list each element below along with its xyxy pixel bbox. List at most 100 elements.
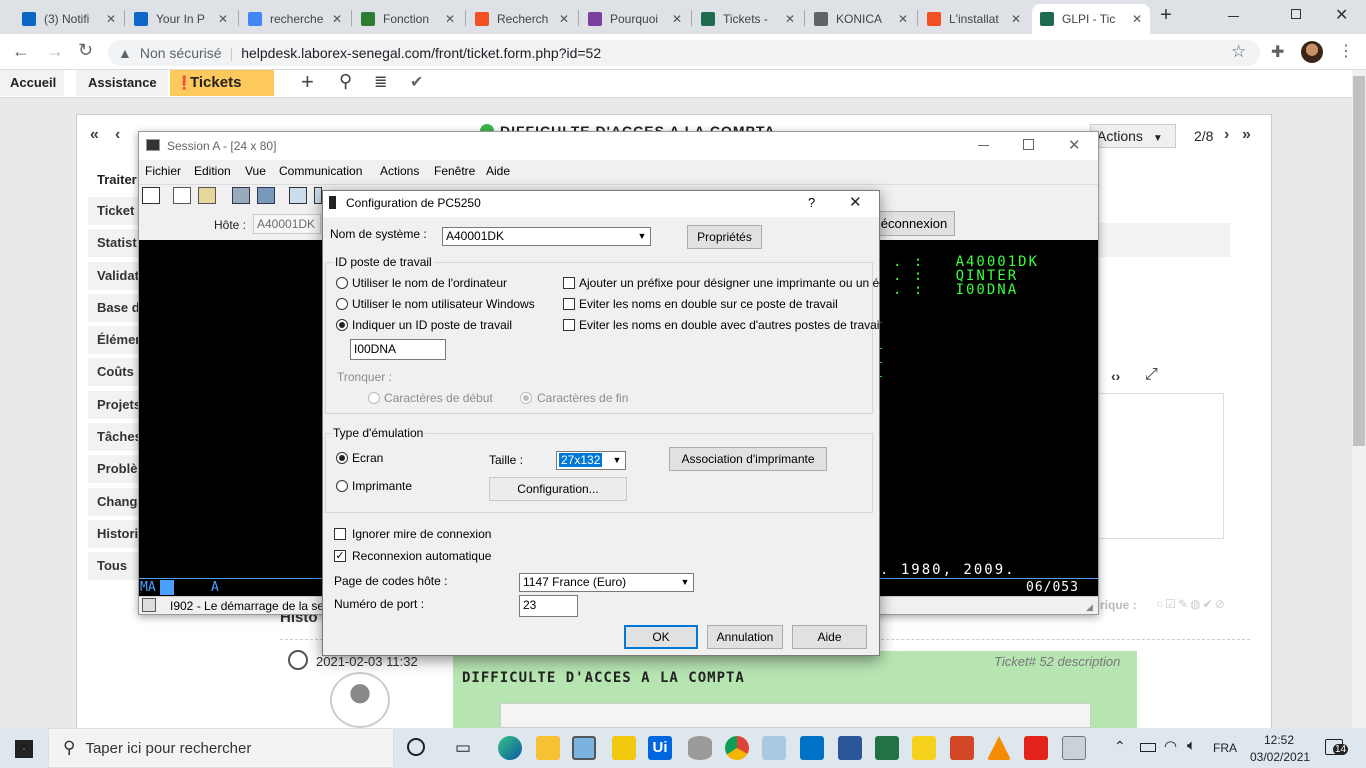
validation-icon[interactable]: ✔	[410, 72, 423, 92]
first-page-icon[interactable]: «	[90, 126, 99, 144]
radio-screen[interactable]	[336, 452, 348, 464]
search-icon[interactable]: ⚲	[339, 71, 352, 92]
database-icon[interactable]	[688, 736, 712, 760]
browser-tab[interactable]: GLPI - Tic ✕	[1032, 4, 1150, 34]
layers-icon[interactable]: ≣	[374, 72, 387, 92]
toolbar-paste-icon[interactable]	[198, 187, 216, 204]
clock-date[interactable]: 03/02/2021	[1250, 750, 1310, 764]
uipath-icon[interactable]: Ui	[648, 736, 672, 760]
browser-tab[interactable]: (3) Notifi ✕	[14, 4, 124, 34]
scrollbar-thumb[interactable]	[1353, 76, 1365, 446]
powerpoint-icon[interactable]	[950, 736, 974, 760]
radio-truncate-end[interactable]	[520, 392, 532, 404]
start-windows-icon[interactable]	[15, 740, 33, 758]
size-combo[interactable]: 27x132 ▼	[556, 451, 626, 470]
check-ignore-logon[interactable]	[334, 528, 346, 540]
paint-icon[interactable]	[572, 736, 596, 760]
session-menu-item[interactable]: Aide	[486, 164, 510, 178]
radio-truncate-start[interactable]	[368, 392, 380, 404]
bookmark-star-icon[interactable]: ☆	[1231, 42, 1246, 62]
nav-tickets[interactable]: ❗ Tickets	[170, 70, 274, 96]
session-menu-item[interactable]: Actions	[380, 164, 419, 178]
check-prefix[interactable]	[563, 277, 575, 289]
tab-close-icon[interactable]: ✕	[1011, 12, 1021, 26]
workstation-id-input[interactable]: I00DNA	[350, 339, 446, 360]
resize-grip-icon[interactable]: ◢	[1086, 602, 1093, 613]
outlook-icon[interactable]	[800, 736, 824, 760]
printer-assoc-button[interactable]: Association d'imprimante	[669, 447, 827, 471]
session-menu-item[interactable]: Vue	[245, 164, 266, 178]
chrome-icon[interactable]	[725, 736, 749, 760]
taskbar-search[interactable]: ⚲ Taper ici pour rechercher	[48, 728, 394, 768]
browser-tab[interactable]: L'installat ✕	[919, 4, 1029, 34]
language-indicator[interactable]: FRA	[1213, 741, 1237, 755]
browser-tab[interactable]: Fonction ✕	[353, 4, 463, 34]
minimize-window-icon[interactable]	[1228, 16, 1239, 17]
wifi-icon[interactable]: ◠	[1164, 737, 1177, 755]
check-dup-local[interactable]	[563, 298, 575, 310]
nav-home[interactable]: Accueil	[0, 70, 64, 96]
timeline-filter-icons[interactable]: ○☑✎◍✔⊘	[1156, 597, 1227, 611]
radio-printer[interactable]	[336, 480, 348, 492]
dialog-help-icon[interactable]: ?	[808, 195, 815, 210]
notepad-icon[interactable]	[762, 736, 786, 760]
check-dup-other[interactable]	[563, 319, 575, 331]
tab-close-icon[interactable]: ✕	[106, 12, 116, 26]
edge-icon[interactable]	[498, 736, 522, 760]
tab-close-icon[interactable]: ✕	[445, 12, 455, 26]
codepage-combo[interactable]: 1147 France (Euro) ▼	[519, 573, 694, 592]
browser-tab[interactable]: Tickets - ✕	[693, 4, 803, 34]
toolbar-receive-icon[interactable]	[257, 187, 275, 204]
toolbar-print-icon[interactable]	[142, 187, 160, 204]
port-input[interactable]: 23	[519, 595, 578, 617]
address-bar[interactable]: ▲ Non sécurisé | helpdesk.laborex-senega…	[108, 40, 1260, 66]
battery-icon[interactable]	[1140, 743, 1156, 752]
tab-close-icon[interactable]: ✕	[672, 12, 682, 26]
session-menu-item[interactable]: Communication	[279, 164, 362, 178]
menu-dots-icon[interactable]: ⋮	[1338, 41, 1354, 61]
fullscreen-icon[interactable]: ⤢	[1145, 366, 1158, 384]
restore-window-icon[interactable]	[1291, 9, 1301, 19]
sticky-notes-icon[interactable]	[912, 736, 936, 760]
radio-windows-user[interactable]	[336, 298, 348, 310]
nav-assistance[interactable]: Assistance	[76, 70, 168, 96]
tab-close-icon[interactable]: ✕	[898, 12, 908, 26]
back-icon[interactable]: ←	[12, 41, 30, 62]
radio-indicate-id[interactable]	[336, 319, 348, 331]
session-menu-item[interactable]: Fichier	[145, 164, 181, 178]
power-bi-icon[interactable]	[612, 736, 636, 760]
clock-time[interactable]: 12:52	[1264, 733, 1294, 747]
check-auto-reconnect[interactable]: ✓	[334, 550, 346, 562]
toolbar-copy-icon[interactable]	[173, 187, 191, 204]
reconnect-button[interactable]: éconnexion	[873, 211, 955, 236]
add-icon[interactable]: +	[301, 69, 314, 95]
reload-icon[interactable]: ↻	[78, 40, 93, 61]
ok-button[interactable]: OK	[624, 625, 698, 649]
radio-computer-name[interactable]	[336, 277, 348, 289]
toolbar-macro-icon[interactable]	[314, 187, 322, 204]
session-menu-item[interactable]: Edition	[194, 164, 231, 178]
session-menu-item[interactable]: Fenêtre	[434, 164, 475, 178]
file-explorer-icon[interactable]	[536, 736, 560, 760]
session-maximize-icon[interactable]	[1023, 139, 1034, 150]
forward-icon[interactable]: →	[46, 41, 64, 62]
task-view-icon[interactable]: ▭	[455, 738, 471, 758]
acrobat-icon[interactable]	[1024, 736, 1048, 760]
close-window-icon[interactable]: ✕	[1335, 5, 1348, 25]
session-close-icon[interactable]: ✕	[1068, 136, 1081, 154]
cancel-button[interactable]: Annulation	[707, 625, 783, 649]
cortana-icon[interactable]	[407, 738, 425, 756]
network-app-icon[interactable]	[1062, 736, 1086, 760]
browser-tab[interactable]: KONICA ✕	[806, 4, 916, 34]
dialog-close-icon[interactable]: ✕	[849, 193, 862, 211]
prev-page-icon[interactable]: ‹	[115, 126, 120, 144]
next-page-icon[interactable]: ›	[1224, 126, 1229, 144]
tab-close-icon[interactable]: ✕	[559, 12, 569, 26]
editor-box[interactable]	[1098, 393, 1224, 539]
tab-close-icon[interactable]: ✕	[1132, 12, 1142, 26]
tab-close-icon[interactable]: ✕	[785, 12, 795, 26]
host-field[interactable]: A40001DK	[253, 214, 321, 234]
configuration-button[interactable]: Configuration...	[489, 477, 627, 501]
code-icon[interactable]: ‹›	[1111, 368, 1120, 384]
tab-close-icon[interactable]: ✕	[332, 12, 342, 26]
